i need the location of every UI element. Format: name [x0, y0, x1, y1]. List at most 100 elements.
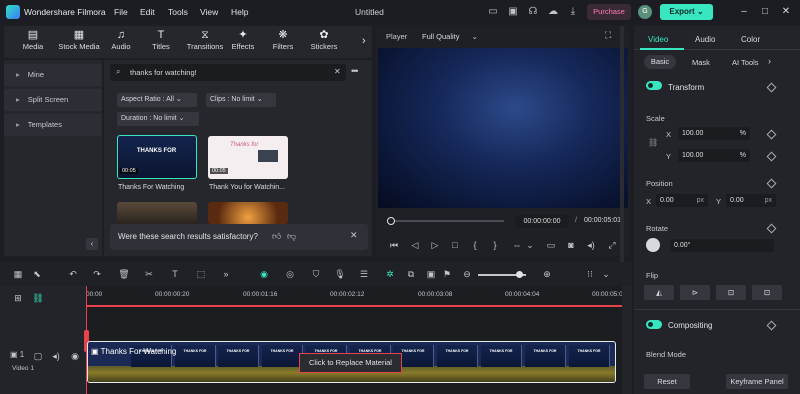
current-time[interactable]: 00:00:00:00	[515, 215, 569, 228]
folder-icon[interactable]: ▢	[32, 350, 44, 362]
headset-icon[interactable]: ☊	[526, 5, 540, 19]
keyframe-diamond-icon[interactable]	[766, 178, 777, 189]
cut-icon[interactable]: ✂	[143, 268, 155, 280]
tab-filters[interactable]: ❋ Filters	[268, 28, 298, 56]
rotate-input[interactable]: 0.00°	[670, 239, 774, 252]
sidebar-item-templates[interactable]: ▸ Templates	[4, 114, 102, 136]
tab-stickers[interactable]: ✿ Stickers	[308, 28, 340, 56]
rotate-left-button[interactable]: ⊡	[716, 285, 746, 300]
eye-icon[interactable]: ◉	[69, 350, 81, 362]
snap-icon[interactable]: ✲	[384, 268, 396, 280]
redo-icon[interactable]: ↷	[91, 268, 103, 280]
scale-y-input[interactable]: 100.00%	[678, 149, 750, 162]
progress-handle[interactable]	[387, 217, 395, 225]
mute-icon[interactable]: ◂)	[50, 350, 62, 362]
tab-color[interactable]: Color	[741, 35, 760, 44]
chevron-down-icon[interactable]: ⌄	[600, 268, 612, 280]
timeline-scrollbar[interactable]	[622, 286, 632, 394]
crop-icon[interactable]: ⬚	[195, 268, 207, 280]
sidebar-item-mine[interactable]: ▸ Mine	[4, 64, 102, 86]
reset-button[interactable]: Reset	[644, 374, 690, 389]
template-thumbnail[interactable]: Thanks for 00:05	[208, 136, 288, 179]
purchase-button[interactable]: Purchase	[587, 4, 631, 20]
position-x-input[interactable]: 0.00 px	[656, 194, 708, 207]
aspect-ratio-dropdown[interactable]: Aspect Ratio : All ⌄	[117, 93, 197, 107]
clear-search-icon[interactable]: ✕	[334, 67, 341, 76]
transform-toggle[interactable]	[646, 81, 662, 90]
close-feedback-icon[interactable]: ✕	[350, 230, 358, 241]
pip-icon[interactable]: ▣	[425, 268, 437, 280]
work-area-bar[interactable]	[86, 305, 632, 307]
flip-horizontal-button[interactable]: ◭	[644, 285, 674, 300]
text-tool-icon[interactable]: T	[169, 268, 181, 280]
template-thumbnail[interactable]: THANKS FOR 00:05	[117, 135, 197, 179]
grid-view-icon[interactable]: ⁝⁝	[584, 268, 596, 280]
link-icon[interactable]: ⛓	[648, 138, 658, 147]
quality-dropdown[interactable]: Full Quality ⌄	[422, 32, 478, 41]
clips-dropdown[interactable]: Clips : No limit ⌄	[206, 93, 276, 107]
thumbs-down-icon[interactable]: 👎︎	[287, 231, 296, 242]
monitor-icon[interactable]: ▭	[545, 239, 557, 251]
fullscreen-icon[interactable]: ⤢	[606, 239, 618, 251]
tab-titles[interactable]: T Titles	[146, 28, 176, 56]
fit-screen-icon[interactable]: ⇔	[511, 239, 523, 251]
stop-icon[interactable]: □	[449, 239, 461, 251]
subtab-mask[interactable]: Mask	[692, 58, 710, 67]
keyframe-diamond-icon[interactable]	[766, 223, 777, 234]
microphone-icon[interactable]: 🎙︎	[334, 268, 346, 280]
scale-x-input[interactable]: 100.00%	[678, 127, 750, 140]
zoom-out-icon[interactable]: ⊖	[461, 268, 473, 280]
camera-icon[interactable]: ◙	[565, 239, 577, 251]
duration-dropdown[interactable]: Duration : No limit ⌄	[117, 112, 199, 126]
keyframe-diamond-icon[interactable]	[766, 82, 777, 93]
cloud-icon[interactable]: ☁	[546, 5, 560, 19]
scene-detect-icon[interactable]: ◎	[284, 268, 296, 280]
subtab-basic[interactable]: Basic	[644, 55, 676, 69]
rotate-dial[interactable]	[646, 238, 660, 252]
search-input[interactable]: ⌕ thanks for watching! ✕	[110, 64, 346, 81]
menu-tools[interactable]: Tools	[168, 7, 188, 17]
auto-ripple-icon[interactable]: ◉	[258, 268, 270, 280]
mark-in-icon[interactable]: {	[469, 239, 481, 251]
tab-video[interactable]: Video	[640, 28, 684, 50]
keyframe-diamond-icon[interactable]	[766, 151, 777, 162]
snapshot-icon[interactable]: ⛶	[605, 30, 611, 41]
split-view-icon[interactable]: ⧉	[405, 268, 417, 280]
more-options-icon[interactable]: •••	[351, 66, 359, 76]
download-icon[interactable]: ⤓	[566, 5, 580, 19]
step-back-icon[interactable]: ◁	[409, 239, 421, 251]
position-y-input[interactable]: 0.00 px	[726, 194, 776, 207]
keyframe-panel-button[interactable]: Keyframe Panel	[726, 374, 788, 389]
tab-effects[interactable]: ✦ Effects	[228, 28, 258, 56]
replace-material-button[interactable]: Click to Replace Material	[299, 353, 402, 373]
flip-vertical-button[interactable]: ⊳	[680, 285, 710, 300]
menu-file[interactable]: File	[114, 7, 128, 17]
undo-icon[interactable]: ↶	[67, 268, 79, 280]
zoom-in-icon[interactable]: ⊕	[541, 268, 553, 280]
tab-audio[interactable]: ♫ Audio	[106, 28, 136, 56]
compositing-toggle[interactable]	[646, 320, 662, 329]
marker-icon[interactable]: ⚑	[441, 268, 453, 280]
menu-help[interactable]: Help	[231, 7, 248, 17]
keyframe-diamond-icon[interactable]	[766, 320, 777, 331]
tab-audio-prop[interactable]: Audio	[695, 35, 715, 44]
maximize-icon[interactable]: □	[757, 4, 773, 20]
keyframe-diamond-icon[interactable]	[766, 129, 777, 140]
prev-frame-icon[interactable]: ⏮	[388, 239, 400, 251]
save-icon[interactable]: ▣	[506, 5, 520, 19]
play-icon[interactable]: ▷	[429, 239, 441, 251]
tab-media[interactable]: ▤ Media	[18, 28, 48, 56]
thumbs-up-icon[interactable]: 👍︎	[272, 231, 281, 242]
subtab-ai-tools[interactable]: AI Tools	[732, 58, 759, 67]
delete-icon[interactable]: 🗑︎	[118, 268, 130, 280]
tab-stock-media[interactable]: ▦ Stock Media	[56, 28, 102, 56]
layout-grid-icon[interactable]: ▦	[12, 268, 24, 280]
shield-icon[interactable]: ⛉	[310, 268, 322, 280]
rotate-right-button[interactable]: ⊡	[752, 285, 782, 300]
more-tools-icon[interactable]: »	[220, 268, 232, 280]
template-thumbnail[interactable]	[208, 202, 288, 224]
template-thumbnail[interactable]	[117, 202, 197, 224]
chevron-right-icon[interactable]: ›	[362, 35, 366, 47]
sidebar-item-split-screen[interactable]: ▸ Split Screen	[4, 89, 102, 111]
playback-progress[interactable]	[390, 220, 504, 222]
